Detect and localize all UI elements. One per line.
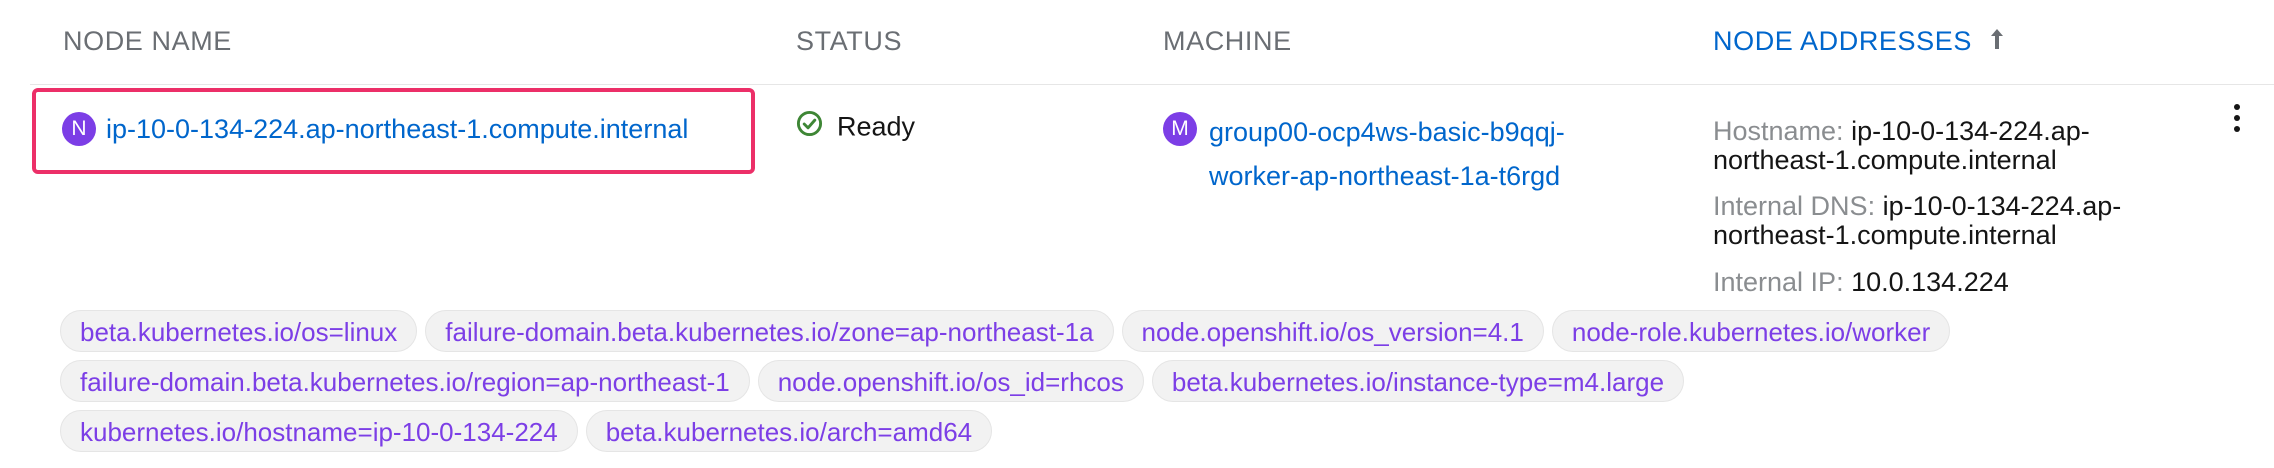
internal-dns-value-line-1: ip-10-0-134-224.ap-	[1882, 191, 2122, 221]
column-header-label: NODE ADDRESSES	[1713, 26, 1972, 56]
column-header-status[interactable]: STATUS	[796, 26, 902, 57]
status-text: Ready	[837, 111, 916, 142]
label-row: failure-domain.beta.kubernetes.io/region…	[60, 360, 2260, 402]
header-divider	[30, 84, 2274, 85]
column-header-node-name[interactable]: NODE NAME	[63, 26, 232, 57]
hostname-value-line-2: northeast-1.compute.internal	[1713, 145, 2057, 175]
kebab-menu-icon[interactable]	[2230, 104, 2244, 137]
machine-link-line-1: group00-ocp4ws-basic-b9qqj-	[1209, 117, 1565, 147]
label-row: beta.kubernetes.io/os=linux failure-doma…	[60, 310, 2260, 352]
internal-ip-entry: Internal IP: 10.0.134.224	[1713, 268, 2253, 297]
machine-link[interactable]: group00-ocp4ws-basic-b9qqj- worker-ap-no…	[1209, 110, 1565, 198]
label-chip[interactable]: beta.kubernetes.io/os=linux	[60, 310, 418, 352]
label-chip[interactable]: beta.kubernetes.io/instance-type=m4.larg…	[1151, 360, 1685, 402]
status-cell: Ready	[796, 110, 915, 144]
hostname-value-line-1: ip-10-0-134-224.ap-	[1851, 116, 2090, 146]
machine-link-line-2: worker-ap-northeast-1a-t6rgd	[1209, 161, 1561, 191]
internal-dns-entry: Internal DNS: ip-10-0-134-224.ap- northe…	[1713, 192, 2253, 250]
label-chip[interactable]: beta.kubernetes.io/arch=amd64	[585, 410, 993, 452]
node-name-link[interactable]: ip-10-0-134-224.ap-northeast-1.compute.i…	[106, 114, 688, 144]
column-header-node-addresses[interactable]: NODE ADDRESSES	[1713, 26, 2004, 58]
node-labels: beta.kubernetes.io/os=linux failure-doma…	[60, 310, 2260, 460]
internal-dns-label: Internal DNS:	[1713, 191, 1876, 221]
internal-ip-label: Internal IP:	[1713, 267, 1844, 297]
machine-badge: M	[1163, 112, 1197, 146]
label-chip[interactable]: kubernetes.io/hostname=ip-10-0-134-224	[60, 410, 578, 452]
node-badge: N	[62, 112, 96, 146]
hostname-entry: Hostname: ip-10-0-134-224.ap- northeast-…	[1713, 117, 2253, 175]
column-header-machine[interactable]: MACHINE	[1163, 26, 1292, 57]
sort-ascending-icon	[1990, 27, 2004, 58]
internal-ip-value: 10.0.134.224	[1851, 267, 2009, 297]
node-name-cell: Nip-10-0-134-224.ap-northeast-1.compute.…	[62, 112, 688, 146]
label-chip[interactable]: failure-domain.beta.kubernetes.io/region…	[60, 360, 750, 402]
check-circle-icon	[796, 110, 823, 144]
label-chip[interactable]: node.openshift.io/os_version=4.1	[1121, 310, 1544, 352]
label-chip[interactable]: node.openshift.io/os_id=rhcos	[757, 360, 1144, 402]
hostname-label: Hostname:	[1713, 116, 1844, 146]
label-chip[interactable]: node-role.kubernetes.io/worker	[1551, 310, 1951, 352]
nodes-table: NODE NAME STATUS MACHINE NODE ADDRESSES …	[0, 0, 2274, 468]
label-chip[interactable]: failure-domain.beta.kubernetes.io/zone=a…	[425, 310, 1114, 352]
label-row: kubernetes.io/hostname=ip-10-0-134-224 b…	[60, 410, 2260, 452]
internal-dns-value-line-2: northeast-1.compute.internal	[1713, 220, 2057, 250]
